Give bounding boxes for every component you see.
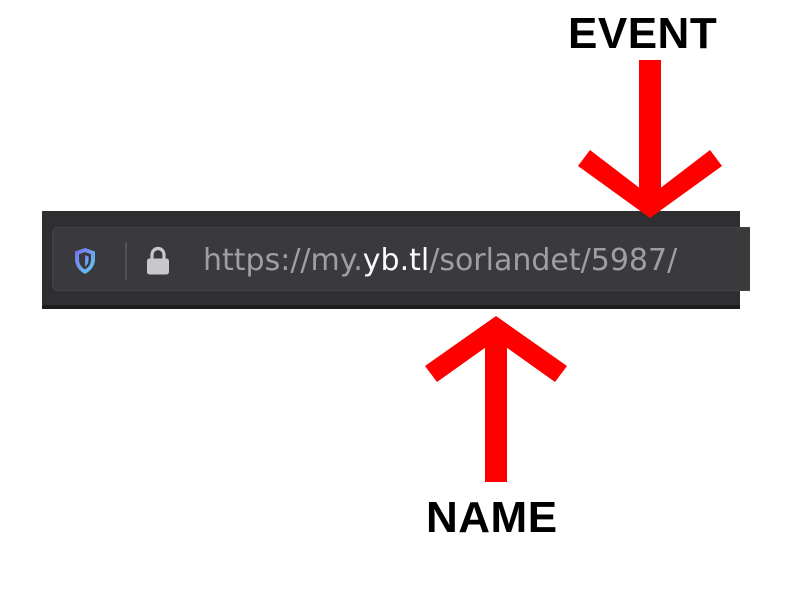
name-label: NAME <box>426 493 558 542</box>
name-arrow <box>425 316 567 482</box>
event-arrow <box>578 60 722 218</box>
annotated-screenshot: EVENT https://my.yb.tl/sorlandet/5987/ N… <box>0 0 800 600</box>
annotation-arrows <box>425 60 722 482</box>
